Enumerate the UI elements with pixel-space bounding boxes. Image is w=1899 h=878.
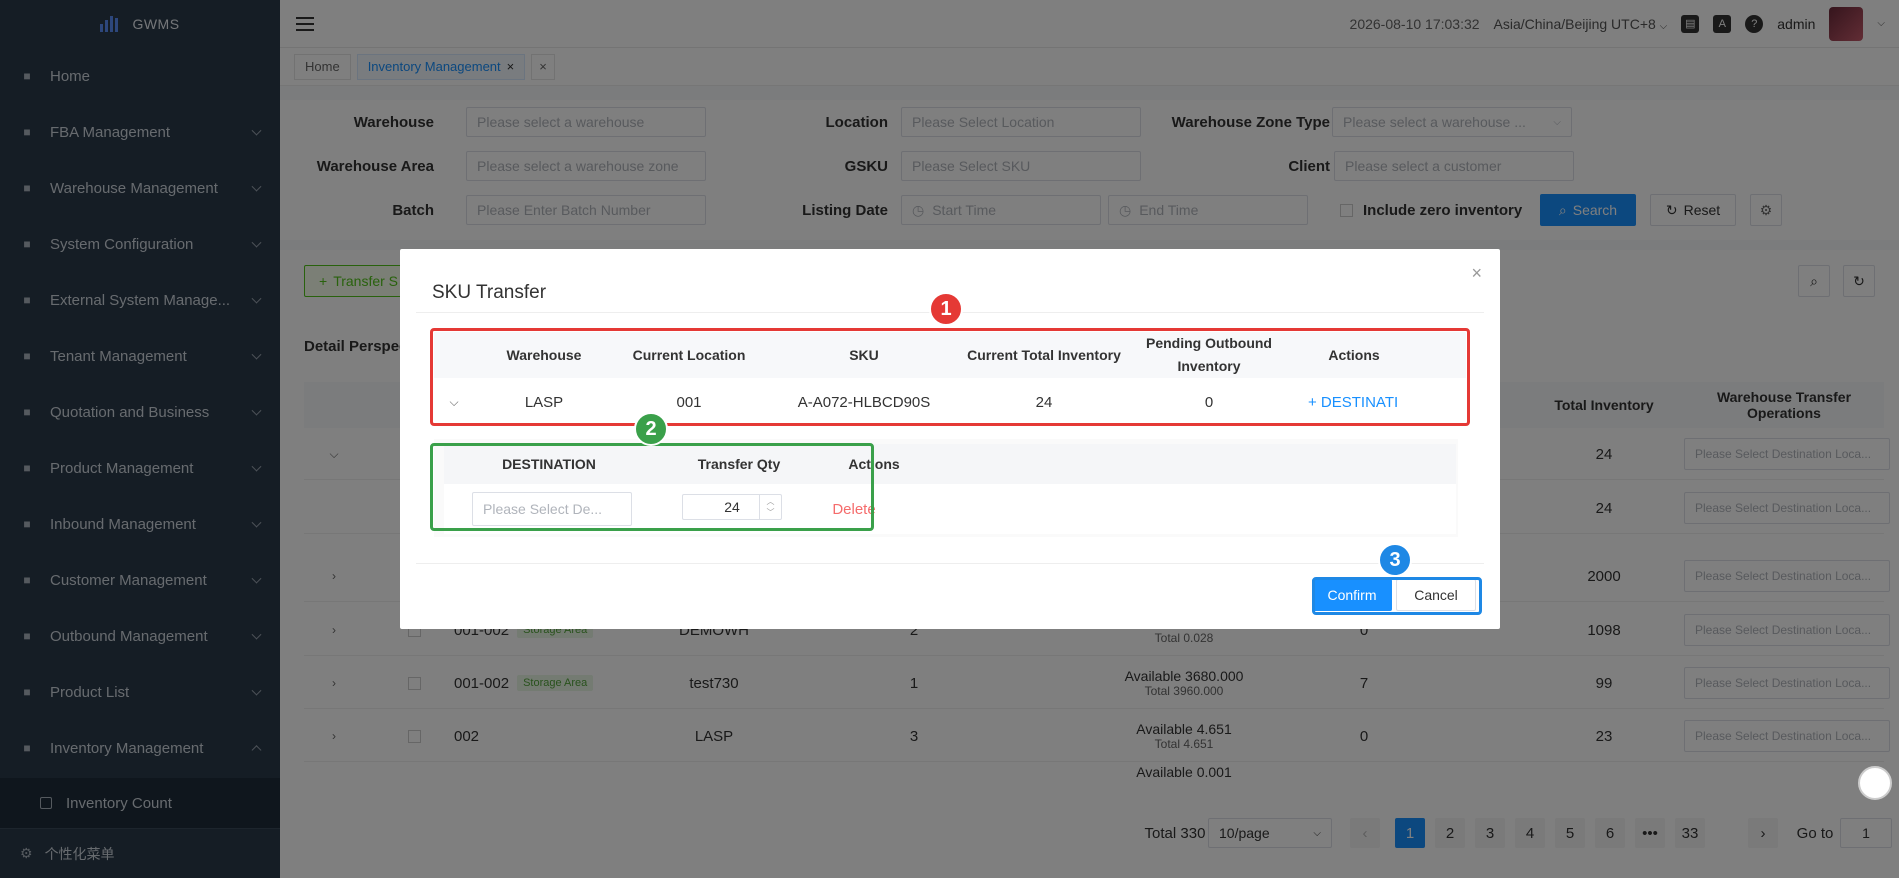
- support-avatar-icon[interactable]: [1858, 766, 1892, 800]
- badge-3: 3: [1378, 543, 1412, 577]
- highlight-box-2: [430, 443, 874, 531]
- badge-1: 1: [929, 292, 963, 326]
- highlight-box-3: [1312, 577, 1482, 615]
- modal-title: SKU Transfer: [432, 282, 547, 303]
- badge-2: 2: [634, 412, 668, 446]
- highlight-box-1: [430, 328, 1470, 426]
- divider: [416, 563, 1484, 564]
- close-icon[interactable]: ×: [1471, 263, 1482, 284]
- sku-transfer-modal: SKU Transfer × Warehouse Current Location…: [400, 249, 1500, 629]
